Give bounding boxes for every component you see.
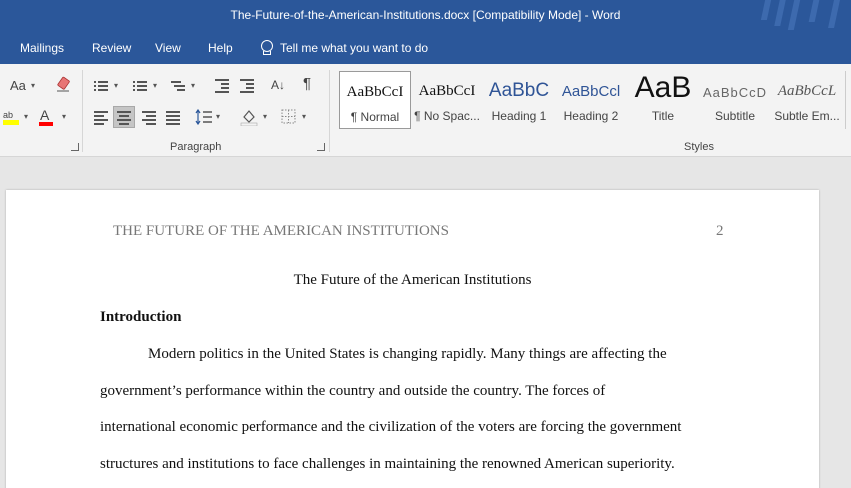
ribbon: Aa ▾ ab ▾ A ▾ ▾ ▾ ▾ A↓ ¶ ▾ ▾ ▾ Paragraph… — [0, 64, 851, 157]
style-sample: AaBbC — [488, 80, 550, 101]
style-name: ¶ Normal — [350, 110, 400, 124]
style-title[interactable]: AaB Title — [627, 71, 699, 129]
style-heading-2[interactable]: AaBbCcl Heading 2 — [555, 71, 627, 129]
shading-icon[interactable] — [240, 108, 258, 126]
tell-me-search[interactable]: Tell me what you want to do — [260, 40, 428, 55]
paragraph-group-label: Paragraph — [170, 141, 222, 153]
eraser-icon[interactable] — [55, 76, 71, 92]
multilevel-list-icon[interactable] — [171, 80, 185, 92]
style-name: Heading 2 — [563, 109, 619, 123]
chevron-down-icon: ▾ — [24, 112, 29, 121]
document-title: The Future of the American Institutions — [293, 272, 532, 288]
chevron-down-icon: ▾ — [263, 112, 268, 121]
highlighter-icon[interactable]: ab — [3, 108, 19, 126]
title-bar-pattern — [751, 0, 851, 32]
borders-icon[interactable] — [281, 109, 296, 124]
style-subtitle[interactable]: AaBbCcD Subtitle — [699, 71, 771, 129]
align-right-icon[interactable] — [142, 111, 156, 125]
window-title: The-Future-of-the-American-Institutions.… — [230, 8, 621, 22]
style-sample: AaBbCcD — [702, 85, 768, 100]
chevron-down-icon: ▾ — [191, 81, 196, 90]
style-name: Heading 1 — [491, 109, 547, 123]
show-formatting-button[interactable]: ¶ — [303, 76, 311, 91]
style-sample: AaBbCcl — [561, 83, 621, 100]
style-name: Subtle Em... — [774, 109, 840, 123]
font-color-swatch — [39, 122, 53, 126]
change-case-button[interactable]: Aa — [10, 79, 26, 93]
tell-me-text: Tell me what you want to do — [280, 40, 429, 55]
document-area: THE FUTURE OF THE AMERICAN INSTITUTIONS … — [0, 157, 851, 488]
style-sample: AaB — [634, 71, 692, 104]
paragraph-line: structures and institutions to face chal… — [100, 456, 675, 472]
font-dialog-launcher[interactable] — [71, 143, 79, 151]
style-name: Subtitle — [714, 109, 756, 123]
styles-group-label: Styles — [684, 141, 714, 153]
page-number: 2 — [716, 223, 724, 239]
style-normal[interactable]: AaBbCcI ¶ Normal — [339, 71, 411, 129]
document-heading: Introduction — [100, 309, 182, 325]
tab-help[interactable]: Help — [208, 41, 233, 55]
justify-icon[interactable] — [166, 111, 180, 125]
lightbulb-icon — [260, 40, 273, 55]
chevron-down-icon: ▾ — [216, 112, 221, 121]
style-no-spacing[interactable]: AaBbCcI ¶ No Spac... — [411, 71, 483, 129]
paragraph-line: government’s performance within the coun… — [100, 383, 606, 399]
numbering-icon[interactable] — [133, 80, 147, 92]
paragraph-line: international economic performance and t… — [100, 419, 682, 435]
chevron-down-icon: ▾ — [114, 81, 119, 90]
paragraph-line: Modern politics in the United States is … — [148, 346, 667, 362]
align-center-icon — [117, 111, 131, 125]
style-sample: AaBbCcI — [418, 83, 476, 99]
tab-view[interactable]: View — [155, 41, 181, 55]
style-sample: AaBbCcL — [777, 83, 837, 99]
font-color-button[interactable]: A — [40, 108, 49, 122]
paragraph-dialog-launcher[interactable] — [317, 143, 325, 151]
tab-mailings[interactable]: Mailings — [20, 41, 64, 55]
chevron-down-icon: ▾ — [31, 81, 36, 90]
document-page[interactable]: THE FUTURE OF THE AMERICAN INSTITUTIONS … — [6, 190, 819, 488]
ribbon-tabs: Mailings Review View Help Tell me what y… — [0, 32, 851, 64]
chevron-down-icon: ▾ — [62, 112, 67, 121]
chevron-down-icon: ▾ — [153, 81, 158, 90]
style-subtle-emphasis[interactable]: AaBbCcL Subtle Em... — [771, 71, 843, 129]
bullets-icon[interactable] — [94, 80, 108, 92]
title-bar: The-Future-of-the-American-Institutions.… — [0, 0, 851, 32]
decrease-indent-icon[interactable] — [215, 79, 229, 93]
line-spacing-icon[interactable] — [195, 109, 213, 125]
style-name: ¶ No Spac... — [414, 109, 480, 123]
chevron-down-icon: ▾ — [302, 112, 307, 121]
sort-az-icon[interactable]: A↓ — [271, 78, 285, 92]
style-heading-1[interactable]: AaBbC Heading 1 — [483, 71, 555, 129]
running-head: THE FUTURE OF THE AMERICAN INSTITUTIONS — [113, 223, 449, 239]
align-left-icon[interactable] — [94, 111, 108, 125]
tab-review[interactable]: Review — [92, 41, 131, 55]
align-center-button[interactable] — [113, 106, 135, 128]
increase-indent-icon[interactable] — [240, 79, 254, 93]
svg-text:ab: ab — [3, 110, 13, 120]
style-name: Title — [651, 109, 675, 123]
style-sample: AaBbCcI — [346, 84, 404, 100]
styles-gallery-more[interactable] — [845, 71, 851, 129]
